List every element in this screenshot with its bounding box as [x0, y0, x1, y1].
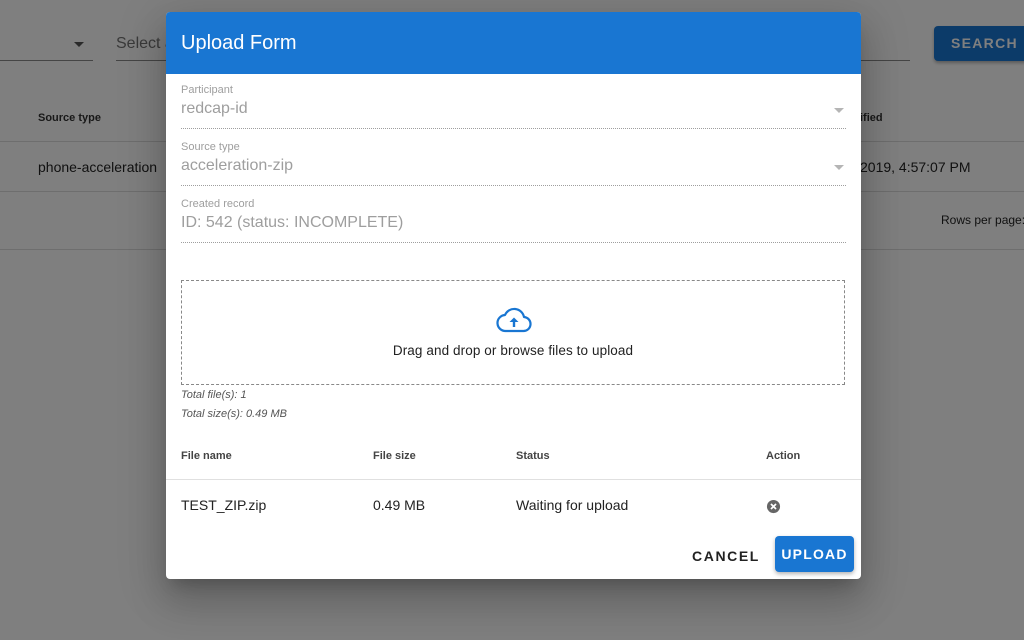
upload-form-dialog: Upload Form Participant redcap-id Source…: [166, 12, 861, 579]
file-size-cell: 0.49 MB: [373, 497, 426, 513]
source-type-underline: [181, 185, 846, 186]
column-header-file-name: File name: [181, 450, 232, 462]
column-header-action: Action: [766, 450, 801, 462]
created-record-underline: [181, 242, 846, 243]
cloud-upload-icon: [496, 307, 532, 333]
file-dropzone[interactable]: Drag and drop or browse files to upload: [181, 280, 845, 385]
column-header-status: Status: [516, 450, 550, 462]
file-name-cell: TEST_ZIP.zip: [181, 497, 267, 513]
total-files: Total file(s): 1: [181, 389, 247, 401]
status-cell: Waiting for upload: [516, 497, 629, 513]
chevron-down-icon: [834, 108, 844, 113]
created-record-value: ID: 542 (status: INCOMPLETE): [181, 214, 404, 231]
participant-label: Participant: [181, 84, 233, 96]
dialog-title: Upload Form: [166, 12, 861, 74]
total-size: Total size(s): 0.49 MB: [181, 408, 287, 420]
participant-value: redcap-id: [181, 100, 248, 117]
table-divider: [166, 479, 861, 480]
chevron-down-icon: [834, 165, 844, 170]
column-header-file-size: File size: [373, 450, 416, 462]
upload-button[interactable]: UPLOAD: [775, 536, 854, 572]
source-type-value: acceleration-zip: [181, 157, 294, 174]
participant-underline: [181, 128, 846, 129]
remove-circle-icon[interactable]: [766, 499, 781, 514]
cancel-button[interactable]: CANCEL: [690, 541, 762, 571]
participant-select[interactable]: Participant redcap-id: [181, 84, 846, 129]
created-record-field: Created record ID: 542 (status: INCOMPLE…: [181, 198, 846, 243]
source-type-label: Source type: [181, 141, 240, 153]
dropzone-text: Drag and drop or browse files to upload: [392, 343, 634, 358]
created-record-label: Created record: [181, 198, 255, 210]
source-type-select[interactable]: Source type acceleration-zip: [181, 141, 846, 186]
